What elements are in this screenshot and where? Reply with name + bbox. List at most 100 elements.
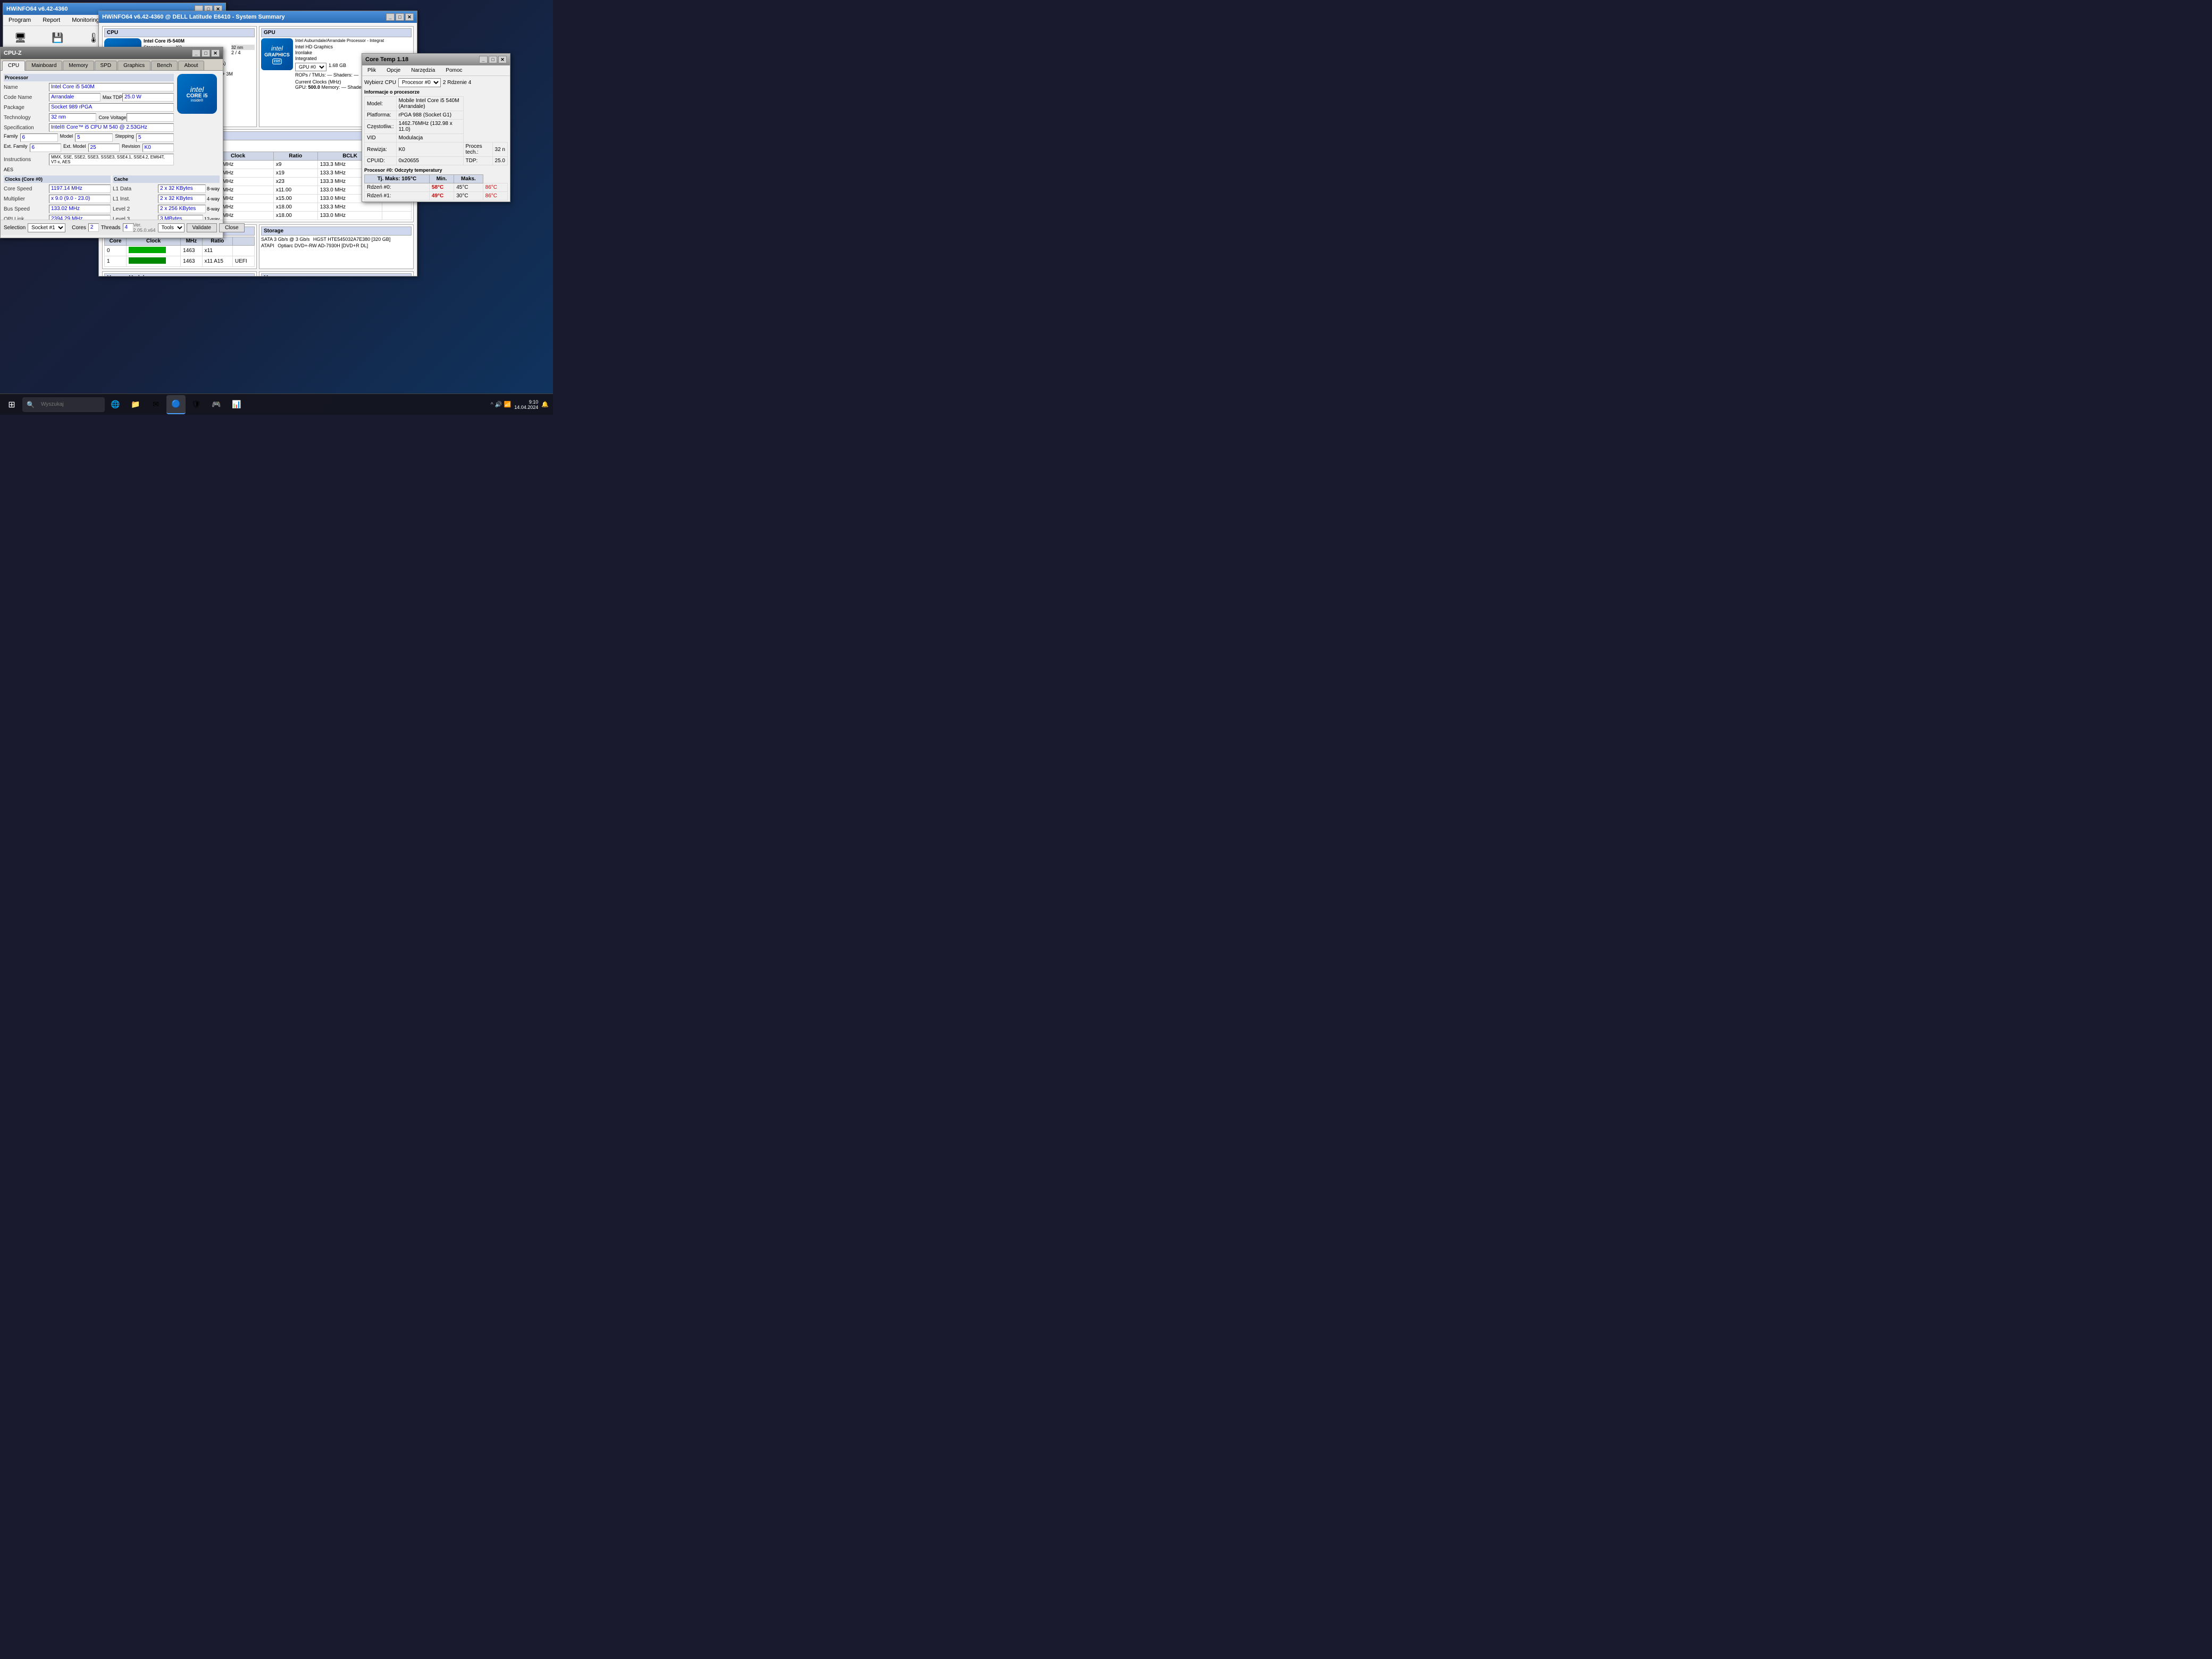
level2-row: Level 2 2 x 256 KBytes 8-way [113,205,220,213]
summary-maximize-btn[interactable]: □ [396,13,404,21]
vid-label: VID [365,134,397,143]
core0-mhz: 1463 [181,246,202,256]
cpuz-close-btn[interactable]: ✕ [211,49,220,57]
core0-uefi [232,246,254,256]
op-ratio: x23 [273,178,317,186]
op-ratio-col: Ratio [273,152,317,161]
cpuid-value: 0x20655 [396,157,463,165]
rdzen0-min: 45°C [454,183,483,192]
taskbar-app-chrome[interactable]: 🔵 [166,395,186,414]
stepping-label2: Stepping [115,133,134,142]
tab-memory[interactable]: Memory [63,61,94,70]
menu-narzedzia[interactable]: Narzędzia [408,66,438,74]
tools-dropdown[interactable]: Tools [158,223,185,232]
core0-row: 0 1463 x11 [105,246,255,256]
qpi-label: QPI Link [4,216,49,220]
taskbar-app-monitor[interactable]: 📊 [227,395,246,414]
ext-family-label: Ext. Family [4,144,28,152]
menu-report[interactable]: Report [39,16,63,24]
multiplier-row: Multiplier x 9.0 (9.0 - 23.0) [4,195,111,203]
intel-inside-badge: intel [272,58,282,64]
revision-value: K0 [143,144,174,152]
summary-close-btn[interactable]: ✕ [405,13,414,21]
coretemp-maximize-btn[interactable]: □ [489,56,497,63]
cpuz-selection: Selection Socket #1 Cores 2 Threads 4 [4,223,133,232]
l1-inst-value: 2 x 32 KBytes [158,195,206,203]
nm-value: 32 nm [231,45,255,50]
revision-value2: K0 [396,143,463,157]
coretemp-titlebar[interactable]: Core Temp 1.18 _ □ ✕ [362,54,510,65]
taskbar-app-game[interactable]: 🎮 [207,395,226,414]
taskbar-app-mail[interactable]: ✉ [146,395,165,414]
close-btn[interactable]: Close [219,223,245,232]
cpuz-minimize-btn[interactable]: _ [192,49,200,57]
level3-row: Level 3 3 MBytes 12-way [113,215,220,220]
cpuz-maximize-btn[interactable]: □ [202,49,210,57]
gpu-model: Intel Auburndale/Arrandale Processor - I… [295,38,412,43]
menu-plik[interactable]: Plik [364,66,379,74]
taskbar-app-edge[interactable]: 🌐 [106,395,125,414]
multiplier-value: x 9.0 (9.0 - 23.0) [49,195,111,203]
maks-header: Maks. [454,175,483,183]
taskbar-search-container: 🔍 [22,397,105,412]
taskbar-search-input[interactable] [37,397,100,412]
temp-header-row: Tj. Maks: 105°C Min. Maks. [365,175,508,183]
optical-value: Optiarc DVD+-RW AD-7930H [DVD+R DL] [278,243,368,248]
tab-graphics[interactable]: Graphics [118,61,150,70]
cpuz-tabs: CPU Mainboard Memory SPD Graphics Bench … [1,59,223,71]
menu-pomoc[interactable]: Pomoc [442,66,465,74]
tab-about[interactable]: About [178,61,204,70]
socket-select[interactable]: Socket #1 [28,223,65,232]
model-value: 5 [75,133,113,142]
validate-btn[interactable]: Validate [187,223,217,232]
coretemp-minimize-btn[interactable]: _ [479,56,488,63]
coretemp-close-btn[interactable]: ✕ [498,56,507,63]
freq-row2: Częstotliw.: 1462.76MHz (132.98 x 11.0) [365,120,508,134]
tab-spd[interactable]: SPD [95,61,118,70]
storage-header: Storage [261,227,412,236]
revision-label2: Rewizja: [365,143,397,157]
specification-value: Intel® Core™ i5 CPU M 540 @ 2.53GHz [49,123,174,132]
start-button[interactable]: ⊞ [2,395,21,414]
platform-label2: Platforma: [365,111,397,120]
menu-opcje[interactable]: Opcje [383,66,404,74]
cpuz-intel-badge-col: intel CORE i5 inside® [177,74,220,173]
technology-label: Technology [4,115,49,121]
taskbar-time-display: 9:10 [514,399,538,405]
gpu-select[interactable]: GPU #0 [295,63,326,71]
coretemp-window-controls: _ □ ✕ [479,56,507,63]
clocks-section-label: Clocks (Core #0) [4,175,111,183]
tab-bench[interactable]: Bench [151,61,178,70]
coretemp-info-table: Model: Mobile Intel Core i5 540M (Arrand… [364,96,508,165]
taskbar-right-section: ^ 🔊 📶 9:10 14.04.2024 🔔 [491,399,551,410]
menu-program[interactable]: Program [5,16,34,24]
processor-select[interactable]: Procesor #0 [398,78,441,87]
gpu-submodel: Intel HD Graphics [295,44,412,49]
name-row: Name Intel Core i5 540M [4,83,174,91]
processor-section-label: Processor [4,74,174,81]
l1-inst-label: L1 Inst. [113,196,158,202]
cpuz-titlebar[interactable]: CPU-Z _ □ ✕ [1,47,223,59]
bus-speed-label: Bus Speed [4,206,49,212]
processor-select-row: Wybierz CPU Procesor #0 2 Rdzenie 4 [364,78,508,87]
summary-minimize-btn[interactable]: _ [386,13,395,21]
summary-icon: 🖥 [13,30,28,45]
core1-num: 1 [105,256,127,267]
taskbar-app-files[interactable]: 📁 [126,395,145,414]
temp-header: Procesor #0: Odczyty temperatury [364,167,508,173]
op-ratio: x9 [273,161,317,169]
core1-progress [129,257,166,264]
coretemp-menu: Plik Opcje Narzędzia Pomoc [362,65,510,76]
op-ratio: x18.00 [273,212,317,220]
cores-threads-value: 2 / 4 [231,50,255,55]
tab-cpu[interactable]: CPU [2,61,25,71]
core-speed-value: 1197.14 MHz [49,185,111,193]
tab-mainboard[interactable]: Mainboard [26,61,62,70]
summary-titlebar[interactable]: HWiNFO64 v6.42-4360 @ DELL Latitude E641… [99,11,417,23]
specification-label: Specification [4,125,49,131]
intel-gpu-text: intel [271,45,283,52]
taskbar-app-shield[interactable]: 🛡 [187,395,206,414]
menu-monitoring[interactable]: Monitoring [69,16,102,24]
core0-bar [127,246,181,256]
rdzen0-current: 58°C [429,183,454,192]
